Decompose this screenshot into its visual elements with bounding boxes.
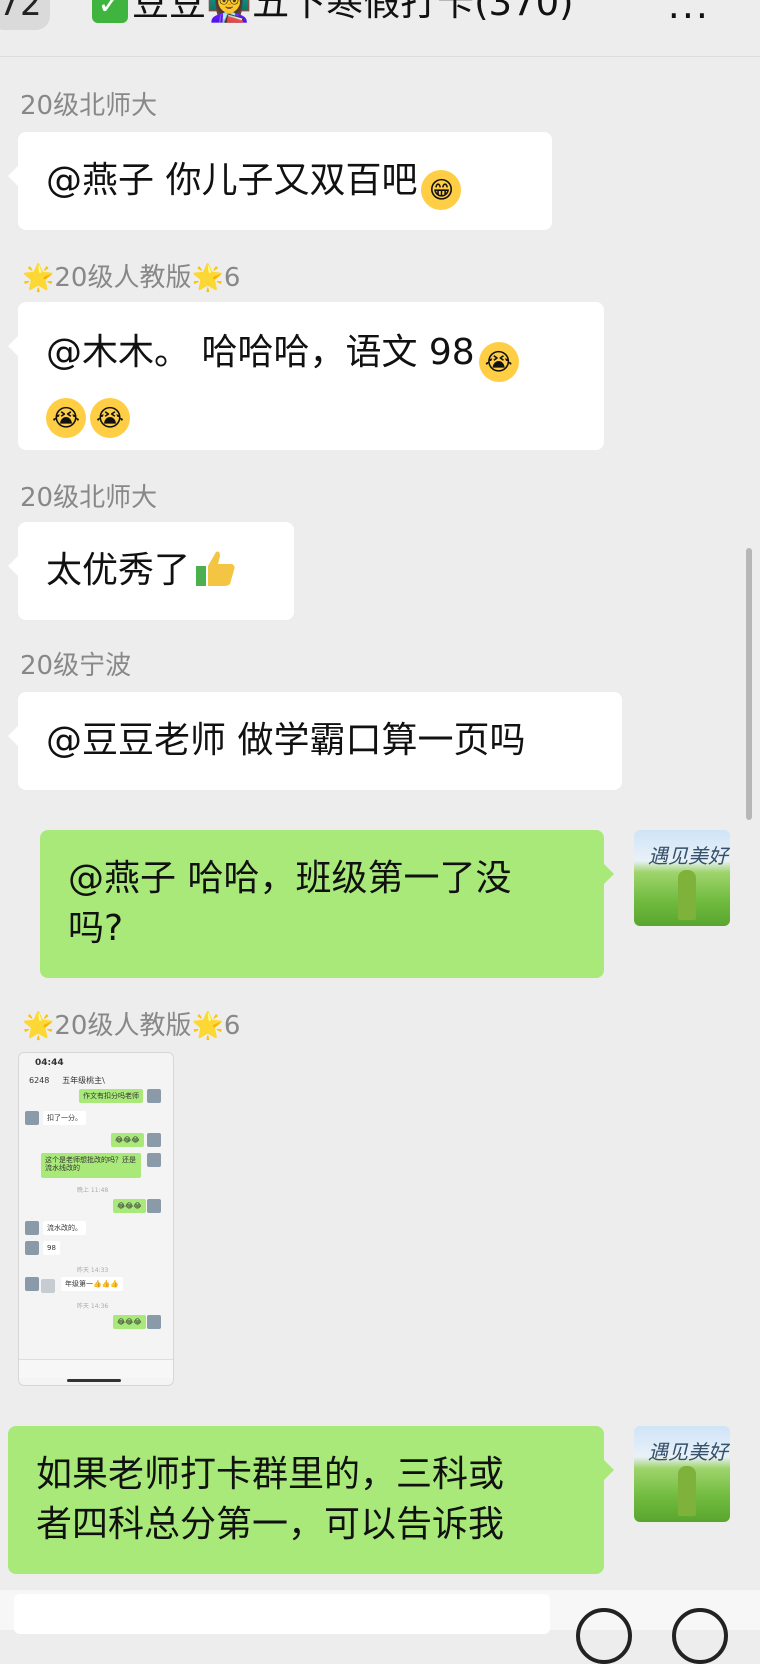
message-bubble[interactable]: @燕子 你儿子又双百吧 😁	[8, 132, 552, 230]
screenshot-title: 6248 五年级桃主\	[29, 1075, 105, 1086]
screenshot-avatar	[147, 1089, 161, 1103]
screenshot-timestamp: 晚上 11:48	[77, 1187, 109, 1194]
sender-name-text: 20级人教版	[54, 263, 192, 293]
laugh-cry-emoji-icon: 😭	[46, 398, 86, 438]
screenshot-avatar	[147, 1133, 161, 1147]
chat-screenshot-image[interactable]: 04:44 6248 五年级桃主\ 作文有扣分吗老师 扣了一分。 😂😂😂 这个是…	[18, 1052, 174, 1386]
avatar-figure	[678, 1466, 696, 1516]
thumbs-up-emoji-icon	[194, 530, 238, 586]
add-icon[interactable]	[672, 1608, 728, 1664]
screenshot-row: 年级第一👍👍👍	[61, 1277, 124, 1291]
message-text: 如果老师打卡群里的，三科或	[36, 1454, 505, 1495]
screenshot-avatar	[25, 1277, 39, 1291]
sender-suffix: 6	[223, 1011, 241, 1041]
message-bubble[interactable]: @豆豆老师 做学霸口算一页吗	[8, 692, 622, 790]
screenshot-avatar	[41, 1279, 55, 1293]
grin-emoji-icon: 😁	[421, 170, 462, 210]
screenshot-row: 这个是老师想批改的吗？还是流水线改的	[41, 1153, 141, 1178]
screenshot-avatar	[147, 1315, 161, 1329]
screenshot-timestamp: 昨天 14:33	[77, 1267, 109, 1274]
screenshot-title-text: 五年级桃主\	[62, 1076, 105, 1085]
message-text: 吗?	[68, 908, 124, 949]
chat-header: 72 ✓ 豆豆👩‍🏫五下寒假打卡(370) ···	[0, 0, 760, 57]
sender-name: 20级北师大	[20, 91, 158, 121]
self-avatar[interactable]: 遇见美好	[634, 830, 730, 926]
sender-name: 20级宁波	[20, 651, 132, 681]
sender-name: 20级北师大	[20, 483, 158, 513]
screenshot-timestamp: 昨天 14:36	[77, 1303, 109, 1310]
back-unread-count[interactable]: 72	[0, 0, 50, 30]
emoji-icon[interactable]	[576, 1608, 632, 1664]
laugh-cry-emoji-icon: 😭	[90, 398, 130, 438]
message-bubble[interactable]: @木木。 哈哈哈，语文 98 😭 😭 😭	[8, 302, 604, 450]
message-bubble-self[interactable]: @燕子 哈哈，班级第一了没 吗?	[40, 830, 614, 978]
sender-name: 🌟20级人教版🌟6	[22, 262, 240, 294]
screenshot-avatar	[25, 1111, 39, 1125]
screenshot-row: 😂😂😂	[113, 1315, 146, 1329]
star-icon: 🌟	[191, 263, 224, 293]
screenshot-row: 😂😂😂	[113, 1199, 146, 1213]
screenshot-row: 扣了一分。	[43, 1111, 86, 1125]
screenshot-row: 😂😂😂	[111, 1133, 144, 1147]
chat-title: ✓ 豆豆👩‍🏫五下寒假打卡(370)	[92, 0, 574, 26]
message-text: @木木。 哈哈哈，语文 98	[46, 332, 475, 373]
screenshot-avatar	[147, 1199, 161, 1213]
avatar-caption: 遇见美好	[648, 1440, 728, 1464]
more-options-icon[interactable]: ···	[668, 0, 710, 38]
check-icon: ✓	[92, 0, 128, 23]
message-text: @燕子 你儿子又双百吧	[46, 160, 418, 201]
avatar-figure	[678, 870, 696, 920]
sender-suffix: 6	[223, 263, 241, 293]
message-bubble[interactable]: 太优秀了	[8, 522, 294, 620]
sender-name-text: 20级人教版	[54, 1011, 192, 1041]
chat-title-text: 豆豆👩‍🏫五下寒假打卡(370)	[132, 0, 574, 24]
screenshot-input-bar	[19, 1359, 173, 1378]
star-icon: 🌟	[22, 263, 55, 293]
star-icon: 🌟	[191, 1011, 224, 1041]
message-text: 者四科总分第一，可以告诉我	[36, 1504, 505, 1545]
laugh-cry-emoji-icon: 😭	[478, 342, 519, 382]
screenshot-back-count: 6248	[29, 1076, 50, 1085]
star-icon: 🌟	[22, 1011, 55, 1041]
scrollbar[interactable]	[746, 548, 752, 820]
message-input[interactable]	[14, 1594, 550, 1634]
self-avatar[interactable]: 遇见美好	[634, 1426, 730, 1522]
screenshot-home-indicator	[67, 1379, 121, 1382]
screenshot-avatar	[25, 1221, 39, 1235]
screenshot-time: 04:44	[35, 1058, 64, 1068]
screenshot-avatar	[25, 1241, 39, 1255]
screenshot-row: 作文有扣分吗老师	[79, 1089, 143, 1103]
sender-name: 🌟20级人教版🌟6	[22, 1010, 240, 1042]
message-text: @燕子 哈哈，班级第一了没	[68, 858, 512, 899]
message-text: @豆豆老师 做学霸口算一页吗	[46, 720, 526, 761]
screenshot-row: 98	[43, 1241, 60, 1255]
screenshot-avatar	[147, 1153, 161, 1167]
avatar-caption: 遇见美好	[648, 844, 728, 868]
message-bubble-self[interactable]: 如果老师打卡群里的，三科或 者四科总分第一，可以告诉我	[8, 1426, 614, 1574]
message-text: 太优秀了	[46, 550, 191, 591]
screenshot-row: 流水改的。	[43, 1221, 86, 1235]
